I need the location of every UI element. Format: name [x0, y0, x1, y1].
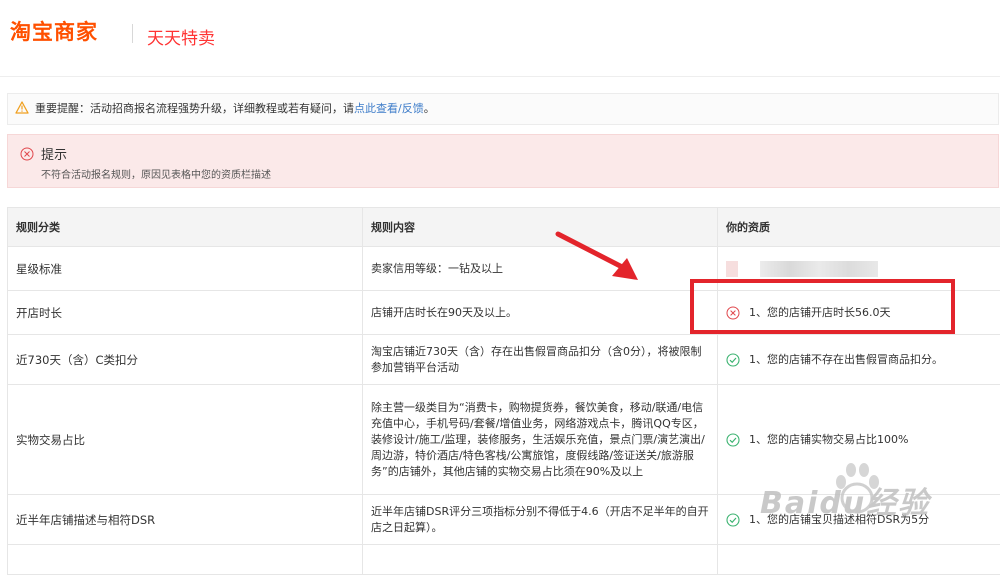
rule-content: 店铺开店时长在90天及以上。	[363, 291, 718, 335]
warning-icon	[15, 96, 29, 126]
header: 淘宝商家 天天特卖	[0, 0, 1000, 77]
rule-category: 近半年店铺描述与相符DSR	[8, 495, 363, 545]
alert-title: 提示	[41, 144, 67, 163]
table-row	[8, 545, 1000, 575]
error-circle-icon	[20, 146, 34, 165]
rule-content: 除主营一级类目为“消费卡，购物提货券，餐饮美食，移动/联通/电信充值中心，手机号…	[363, 385, 718, 495]
rule-category: 星级标准	[8, 247, 363, 291]
table-row: 近730天（含）C类扣分 淘宝店铺近730天（含）存在出售假冒商品扣分（含0分）…	[8, 335, 1000, 385]
highlight-box	[690, 279, 955, 334]
taobao-merchant-logo[interactable]: 淘宝商家	[10, 16, 98, 46]
blurred-icon	[726, 261, 738, 277]
pass-icon	[726, 513, 740, 527]
qualification-text: 1、您的店铺实物交易占比100%	[749, 432, 908, 448]
qualification-text: 1、您的店铺不存在出售假冒商品扣分。	[749, 352, 943, 368]
header-rule-content: 规则内容	[363, 208, 718, 247]
alert-description: 不符合活动报名规则，原因见表格中您的资质栏描述	[41, 166, 271, 181]
pass-icon	[726, 433, 740, 447]
rule-category: 近730天（含）C类扣分	[8, 335, 363, 385]
rule-content: 淘宝店铺近730天（含）存在出售假冒商品扣分（含0分），将被限制参加营销平台活动	[363, 335, 718, 385]
pass-icon	[726, 353, 740, 367]
red-arrow-annotation	[550, 230, 650, 290]
rule-content: 近半年店铺DSR评分三项指标分别不得低于4.6（开店不足半年的自开店之日起算）。	[363, 495, 718, 545]
tiantian-temai-title[interactable]: 天天特卖	[147, 24, 215, 49]
important-notice-bar: 重要提醒：活动招商报名流程强势升级，详细教程或若有疑问，请点此查看/反馈。	[7, 93, 999, 125]
rule-category: 实物交易占比	[8, 385, 363, 495]
qualification-cell: 1、您的店铺不存在出售假冒商品扣分。	[718, 335, 1000, 385]
blurred-qualification	[726, 261, 992, 277]
header-your-qualification: 你的资质	[718, 208, 1000, 247]
watermark-text: Baidu经验	[760, 478, 930, 522]
ineligible-alert: 提示 不符合活动报名规则，原因见表格中您的资质栏描述	[7, 134, 999, 188]
table-header-row: 规则分类 规则内容 你的资质	[8, 208, 1000, 247]
rule-category: 开店时长	[8, 291, 363, 335]
notice-suffix: 。	[424, 102, 435, 115]
header-divider	[132, 24, 133, 43]
blurred-text	[760, 261, 878, 277]
feedback-link[interactable]: 点此查看/反馈	[354, 102, 424, 115]
notice-text: 重要提醒：活动招商报名流程强势升级，详细教程或若有疑问，请	[35, 102, 354, 115]
rule-content: 卖家信用等级：一钻及以上	[363, 247, 718, 291]
header-rule-category: 规则分类	[8, 208, 363, 247]
